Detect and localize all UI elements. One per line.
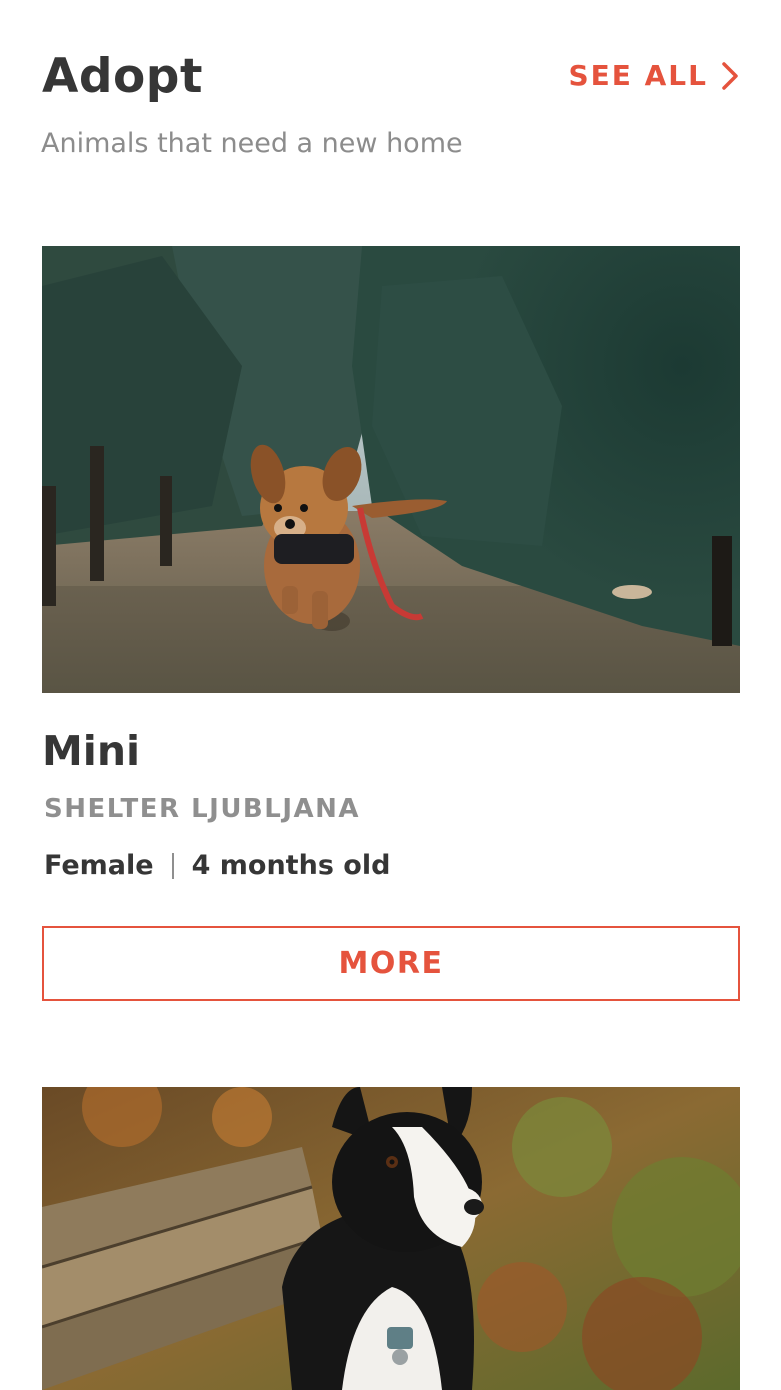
see-all-link[interactable]: SEE ALL <box>568 58 740 94</box>
pet-age: 4 months old <box>191 850 391 881</box>
pet-card <box>42 1087 740 1390</box>
more-button[interactable]: MORE <box>42 926 740 1001</box>
pet-card: Mini SHELTER LJUBLJANA Female 4 months o… <box>42 246 740 1001</box>
puppy-photo-image <box>42 246 740 693</box>
pet-meta: Female 4 months old <box>44 848 390 884</box>
pet-name: Mini <box>42 727 141 775</box>
pet-photo[interactable] <box>42 246 740 693</box>
page-subtitle: Animals that need a new home <box>41 128 463 159</box>
shelter-name: SHELTER LJUBLJANA <box>44 794 360 824</box>
page-title: Adopt <box>42 49 203 104</box>
pet-photo[interactable] <box>42 1087 740 1390</box>
more-button-label: MORE <box>338 946 444 981</box>
chevron-right-icon <box>722 62 738 90</box>
see-all-label: SEE ALL <box>568 59 708 92</box>
border-collie-photo-image <box>42 1087 740 1390</box>
pet-gender: Female <box>44 850 154 881</box>
section-header: Adopt SEE ALL Animals that need a new ho… <box>41 40 740 170</box>
meta-divider <box>171 853 174 879</box>
